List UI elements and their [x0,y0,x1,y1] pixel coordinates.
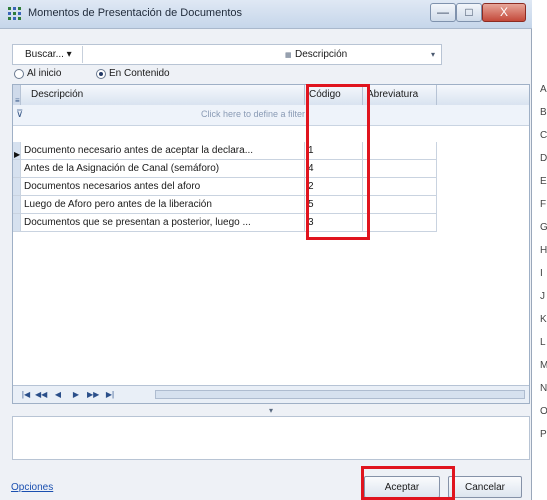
field-selector-icon: ▦ [285,52,292,59]
alphabet-index-letter[interactable]: B [540,107,547,118]
row-selector[interactable]: ▶ [13,142,21,160]
header-selector[interactable]: ≡ [13,85,21,105]
splitter-handle[interactable]: ▾ [12,407,530,415]
alphabet-index-letter[interactable]: K [540,314,547,325]
filter-funnel-icon: ⊽ [16,109,24,120]
row-selector[interactable] [13,178,21,196]
close-icon: X [499,5,508,19]
cell-descripcion[interactable]: Documentos que se presentan a posterior,… [21,214,305,232]
radio-en-contenido-label: En Contenido [109,68,170,79]
cancel-button[interactable]: Cancelar [448,476,522,498]
column-header-abreviatura[interactable]: Abreviatura [363,85,437,105]
filter-row[interactable]: ⊽ Click here to define a filter [13,105,529,126]
cell-abreviatura[interactable] [363,160,437,178]
search-field-select[interactable]: Descripción ▾ [295,46,435,63]
alphabet-index-letter[interactable]: J [540,291,545,302]
chevron-down-icon: ▾ [430,50,435,59]
title-bar[interactable]: Momentos de Presentación de Documentos —… [0,0,532,29]
search-bar: Buscar... ▾ ▦ Descripción ▾ [12,44,442,65]
cell-abreviatura[interactable] [363,214,437,232]
alphabet-index-letter[interactable]: D [540,153,547,164]
dialog-window: Momentos de Presentación de Documentos —… [0,0,532,500]
radio-en-contenido[interactable] [96,69,106,79]
highlight-aceptar-button [361,466,455,500]
nav-prev-page-button[interactable]: ◀◀ [35,390,47,399]
nav-first-button[interactable]: |◀ [21,390,31,399]
table-row[interactable]: ▶ Documento necesario antes de aceptar la… [13,142,529,160]
alphabet-index-letter[interactable]: L [540,337,546,348]
app-grid-icon [8,7,22,21]
search-input[interactable] [107,46,281,64]
nav-next-page-button[interactable]: ▶▶ [87,390,99,399]
cell-descripcion[interactable]: Documentos necesarios antes del aforo [21,178,305,196]
alphabet-index-letter[interactable]: P [540,429,547,440]
close-button[interactable]: X [482,3,526,22]
maximize-button[interactable]: □ [456,3,482,22]
alphabet-index-letter[interactable]: H [540,245,547,256]
table-row[interactable]: Documentos que se presentan a posterior,… [13,214,529,232]
alphabet-index-letter[interactable]: C [540,130,547,141]
highlight-codigo-column [306,84,370,240]
row-selector[interactable] [13,214,21,232]
search-field-value: Descripción [295,49,348,60]
cell-abreviatura[interactable] [363,196,437,214]
alphabet-index-letter[interactable]: A [540,84,547,95]
alphabet-index-letter[interactable]: F [540,199,546,210]
alphabet-index-letter[interactable]: E [540,176,547,187]
alphabet-index-letter[interactable]: M [540,360,547,371]
nav-last-button[interactable]: ▶| [105,390,115,399]
cell-descripcion[interactable]: Luego de Aforo pero antes de la liberaci… [21,196,305,214]
maximize-icon: □ [465,5,473,19]
grid-navigator: |◀ ◀◀ ◀ ▶ ▶▶ ▶| [13,385,529,403]
nav-next-button[interactable]: ▶ [71,390,81,399]
column-header-descripcion[interactable]: Descripción [21,85,305,105]
alphabet-index-letter[interactable]: G [540,222,547,233]
table-row[interactable]: Documentos necesarios antes del aforo 2 [13,178,529,196]
horizontal-scrollbar[interactable] [155,390,525,399]
row-selector[interactable] [13,160,21,178]
cell-abreviatura[interactable] [363,178,437,196]
alphabet-index-letter[interactable]: I [540,268,543,279]
window-title: Momentos de Presentación de Documentos [28,7,243,19]
current-row-icon: ▶ [14,150,21,159]
radio-al-inicio[interactable] [14,69,24,79]
alphabet-index-letter[interactable]: N [540,383,547,394]
grid-header: ≡ Descripción Código Abreviatura [13,85,529,106]
documents-grid: ≡ Descripción Código Abreviatura ⊽ Click… [12,84,530,404]
nav-prev-button[interactable]: ◀ [53,390,63,399]
row-selector[interactable] [13,196,21,214]
filter-hint: Click here to define a filter [200,109,306,119]
radio-al-inicio-label: Al inicio [27,68,62,79]
memo-panel[interactable] [12,416,530,460]
cell-descripcion[interactable]: Documento necesario antes de aceptar la … [21,142,305,160]
minimize-icon: — [437,5,449,19]
table-row[interactable]: Luego de Aforo pero antes de la liberaci… [13,196,529,214]
cell-abreviatura[interactable] [363,142,437,160]
cell-descripcion[interactable]: Antes de la Asignación de Canal (semáfor… [21,160,305,178]
minimize-button[interactable]: — [430,3,456,22]
table-row[interactable]: Antes de la Asignación de Canal (semáfor… [13,160,529,178]
alphabet-index-letter[interactable]: O [540,406,547,417]
buscar-dropdown-button[interactable]: Buscar... ▾ [15,46,83,63]
opciones-link[interactable]: Opciones [11,482,53,493]
